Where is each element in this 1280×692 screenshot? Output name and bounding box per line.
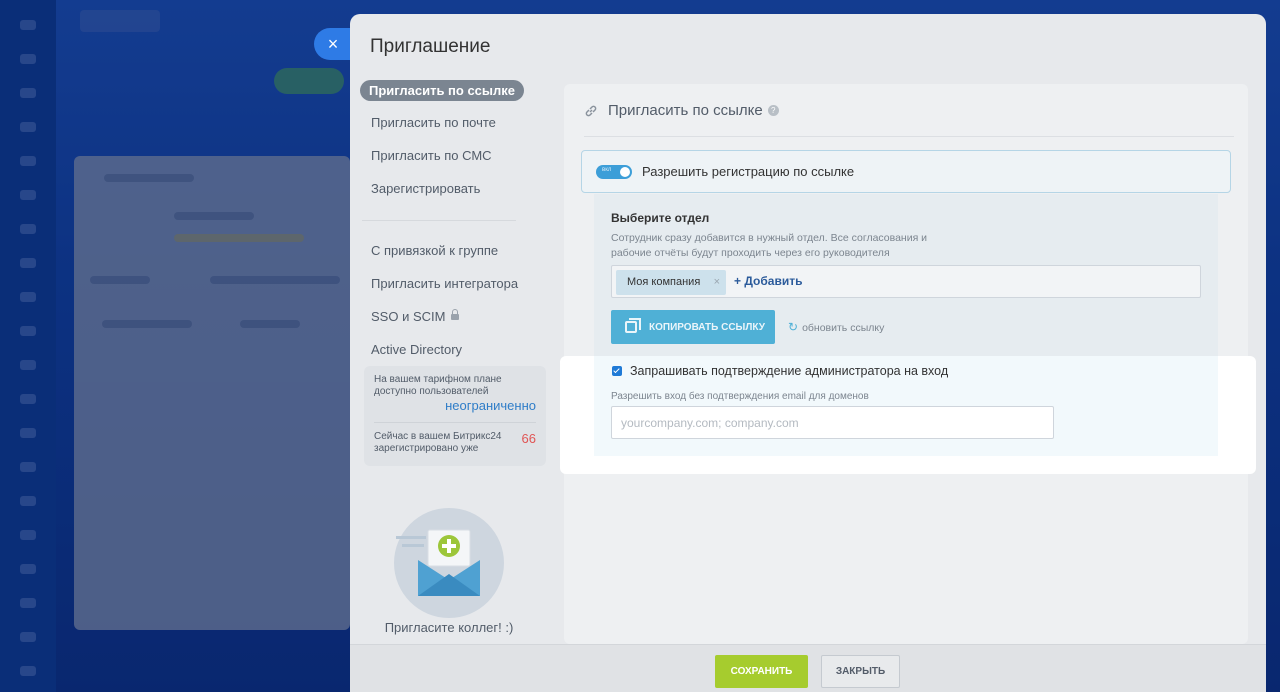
refresh-icon: ↻: [788, 320, 799, 334]
illustration-caption: Пригласите коллег! :): [384, 620, 514, 635]
nav-item-invite-by-link[interactable]: Пригласить по ссылке: [360, 80, 525, 101]
invite-dialog: Приглашение Пригласить по ссылке Приглас…: [350, 14, 1266, 692]
nav-item-group-binding[interactable]: С привязкой к группе: [360, 241, 550, 274]
close-dialog-button[interactable]: ×: [314, 28, 352, 60]
allow-link-registration-switch[interactable]: вкл: [596, 164, 632, 179]
link-icon: [585, 105, 597, 116]
nav-item-sso-scim[interactable]: SSO и SCIM: [360, 307, 550, 340]
invite-envelope-illustration: [394, 508, 504, 618]
card-title: Пригласить по ссылке: [608, 102, 763, 119]
allow-link-registration-label: Разрешить регистрацию по ссылке: [642, 164, 855, 179]
help-icon[interactable]: ?: [767, 105, 779, 116]
chip-remove-icon[interactable]: ×: [714, 270, 720, 295]
switch-state-text: вкл: [602, 166, 612, 173]
plan-registered-value: 66: [521, 431, 536, 446]
add-department-link[interactable]: + Добавить: [734, 274, 802, 288]
admin-confirm-row[interactable]: Запрашивать подтверждение администратора…: [612, 364, 948, 378]
plan-divider: [374, 422, 536, 423]
department-title: Выберите отдел: [611, 211, 710, 225]
card-divider: [584, 136, 1234, 137]
nav-item-invite-integrator[interactable]: Пригласить интегратора: [360, 274, 550, 307]
copy-link-button[interactable]: КОПИРОВАТЬ ССЫЛКУ: [611, 310, 775, 344]
highlighted-admin-settings: Запрашивать подтверждение администратора…: [560, 356, 1256, 474]
plan-available-value: неограниченно: [445, 398, 536, 413]
plan-available-label: На вашем тарифном плане доступно пользов…: [374, 374, 502, 397]
nav-item-invite-by-sms[interactable]: Пригласить по СМС: [360, 146, 550, 179]
copy-link-label: КОПИРОВАТЬ ССЫЛКУ: [649, 321, 765, 333]
plan-info-box: На вашем тарифном плане доступно пользов…: [364, 366, 546, 466]
lock-icon: [451, 309, 460, 320]
refresh-link-label: обновить ссылку: [802, 322, 885, 334]
domains-input[interactable]: [611, 406, 1054, 439]
dialog-footer: СОХРАНИТЬ ЗАКРЫТЬ: [350, 644, 1266, 692]
nav-divider: [362, 220, 516, 221]
department-chip: Моя компания ×: [616, 270, 726, 295]
refresh-link[interactable]: ↻ обновить ссылку: [788, 320, 884, 334]
department-selector[interactable]: Моя компания × + Добавить: [611, 265, 1201, 298]
close-button[interactable]: ЗАКРЫТЬ: [821, 655, 900, 688]
save-button[interactable]: СОХРАНИТЬ: [715, 655, 808, 688]
admin-confirm-checkbox[interactable]: [612, 366, 622, 376]
admin-confirm-label: Запрашивать подтверждение администратора…: [630, 364, 949, 378]
department-chip-label: Моя компания: [627, 276, 701, 288]
department-description: Сотрудник сразу добавится в нужный отдел…: [611, 232, 928, 259]
domains-label: Разрешить вход без подтверждения email д…: [611, 391, 869, 402]
nav-item-invite-by-email[interactable]: Пригласить по почте: [360, 113, 550, 146]
close-icon: ×: [327, 33, 339, 54]
copy-icon: [625, 318, 641, 333]
plan-registered-label: Сейчас в вашем Битрикс24 зарегистрирован…: [374, 431, 502, 454]
nav-item-label: SSO и SCIM: [371, 309, 446, 324]
allow-link-registration-toggle-row[interactable]: вкл Разрешить регистрацию по ссылке: [581, 150, 1231, 193]
invite-nav: Пригласить по ссылке Пригласить по почте…: [360, 80, 550, 373]
nav-item-register[interactable]: Зарегистрировать: [360, 179, 550, 212]
dialog-title: Приглашение: [370, 36, 491, 57]
